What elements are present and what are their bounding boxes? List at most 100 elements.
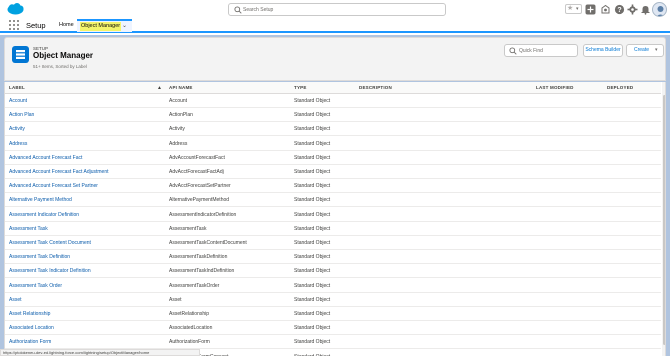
schema-builder-button[interactable]: Schema Builder <box>583 44 623 57</box>
column-header-last-modified[interactable]: LAST MODIFIED <box>536 85 574 90</box>
object-type: Standard Object <box>294 240 331 246</box>
object-label-link[interactable]: Account <box>9 98 27 104</box>
object-label-link[interactable]: Assessment Task Order <box>9 283 62 289</box>
object-type: Standard Object <box>294 98 331 104</box>
object-label-link[interactable]: Advanced Account Forecast Set Partner <box>9 183 98 189</box>
table-row: Activity Activity Standard Object <box>5 122 661 137</box>
table-header: LABEL ▲ API NAME TYPE DESCRIPTION LAST M… <box>5 82 661 94</box>
object-type: Standard Object <box>294 268 331 275</box>
notifications-bell-icon[interactable] <box>640 4 651 15</box>
table-row: Advanced Account Forecast Fact AdvAccount… <box>5 151 661 165</box>
object-label-link[interactable]: Advanced Account Forecast Fact Adjustmen… <box>9 169 109 175</box>
column-header-label[interactable]: LABEL <box>9 85 25 90</box>
object-label-link[interactable]: Action Plan <box>9 112 34 118</box>
svg-text:?: ? <box>617 7 621 14</box>
column-header-description[interactable]: DESCRIPTION <box>359 85 392 90</box>
context-bar: Setup Home Object Manager ⌄ <box>0 19 670 33</box>
app-name: Setup <box>26 21 46 30</box>
tab-object-manager[interactable]: Object Manager ⌄ <box>77 19 132 32</box>
status-bar-url: https://ptolokeneu-dev-ed.lightning.forc… <box>0 349 200 356</box>
table-row: Associated Location AssociatedLocation Sta… <box>5 321 661 336</box>
vertical-scrollbar[interactable] <box>662 82 665 356</box>
quick-find-input[interactable]: Quick Find <box>504 44 578 57</box>
column-header-api-name[interactable]: API NAME <box>169 85 193 90</box>
object-api-name: AuthorizationForm <box>169 339 210 346</box>
table-row: Alternative Payment Method AlternativePay… <box>5 193 661 208</box>
table-row: Asset Asset Standard Object <box>5 293 661 307</box>
table-row: Assessment Task Order AssessmentTaskOrder… <box>5 279 661 293</box>
object-api-name: Address <box>169 140 188 147</box>
object-api-name: AssessmentTaskContentDocument <box>169 240 247 246</box>
object-label-link[interactable]: Address <box>9 141 27 147</box>
object-api-name: Account <box>169 98 188 104</box>
object-type: Standard Object <box>294 211 331 218</box>
object-api-name: AssessmentTask <box>169 225 207 232</box>
add-icon[interactable] <box>585 4 596 15</box>
object-api-name: AssetRelationship <box>169 311 210 317</box>
global-header: Search Setup ★ ▾ ? <box>0 0 670 19</box>
table-row: Assessment Indicator Definition Assessmen… <box>5 208 661 222</box>
table-row: Assessment Task AssessmentTask Standard Ob… <box>5 222 661 236</box>
object-type: Standard Object <box>294 339 331 346</box>
table-row: Authorization Form AuthorizationForm Stand… <box>5 335 661 350</box>
object-api-name: AlternativePaymentMethod <box>169 197 230 204</box>
tab-object-manager-label: Object Manager <box>80 22 122 31</box>
object-label-link[interactable]: Advanced Account Forecast Fact <box>9 155 82 161</box>
sort-ascending-icon[interactable]: ▲ <box>157 85 162 91</box>
object-type: Standard Object <box>294 225 331 232</box>
column-header-type[interactable]: TYPE <box>294 85 307 90</box>
object-label-link[interactable]: Assessment Task <box>9 226 48 232</box>
object-label-link[interactable]: Assessment Indicator Definition <box>9 212 79 218</box>
object-label-link[interactable]: Assessment Task Definition <box>9 254 70 260</box>
help-icon[interactable]: ? <box>614 4 625 15</box>
object-type: Standard Object <box>294 282 331 289</box>
search-icon <box>234 6 242 14</box>
trailhead-icon[interactable] <box>600 4 611 15</box>
favorites-button[interactable]: ★ ▾ <box>565 4 582 14</box>
object-api-name: AssessmentTaskIndDefinition <box>169 268 235 275</box>
object-label-link[interactable]: Assessment Task Content Document <box>9 240 91 246</box>
object-label-link[interactable]: Activity <box>9 126 25 132</box>
object-manager-icon <box>12 46 29 63</box>
chevron-down-icon[interactable]: ⌄ <box>122 22 127 31</box>
object-label-link[interactable]: Alternative Payment Method <box>9 197 72 203</box>
create-button-label: Create <box>634 47 650 53</box>
object-label-link[interactable]: Asset Relationship <box>9 311 50 317</box>
scrollbar-thumb[interactable] <box>663 95 665 345</box>
create-button[interactable]: Create ▾ <box>626 44 664 57</box>
object-type: Standard Object <box>294 311 331 317</box>
table-row: Advanced Account Forecast Set Partner Adv… <box>5 179 661 194</box>
object-api-name: Asset <box>169 296 182 303</box>
quick-find-placeholder: Quick Find <box>519 48 543 54</box>
object-type: Standard Object <box>294 254 331 261</box>
page-title: Object Manager <box>33 51 94 60</box>
table-row: Assessment Task Indicator Definition Asse… <box>5 264 661 279</box>
table-row: Asset Relationship AssetRelationship Stand… <box>5 307 661 321</box>
object-type: Standard Object <box>294 296 331 303</box>
global-search-placeholder: Search Setup <box>243 7 274 13</box>
object-label-link[interactable]: Assessment Task Indicator Definition <box>9 268 91 274</box>
object-label-link[interactable]: Asset <box>9 297 22 303</box>
setup-gear-icon[interactable] <box>627 4 638 15</box>
object-type: Standard Object <box>294 183 331 190</box>
object-api-name: Activity <box>169 126 185 133</box>
object-label-link[interactable]: Associated Location <box>9 325 54 331</box>
object-type: Standard Object <box>294 126 331 133</box>
object-type: Standard Object <box>294 140 331 147</box>
tab-home[interactable]: Home <box>55 20 78 31</box>
object-type: Standard Object <box>294 154 331 161</box>
salesforce-cloud-logo[interactable] <box>7 3 24 15</box>
object-api-name: AdvAcctForecastSetPartner <box>169 183 231 190</box>
object-type: Standard Object <box>294 197 331 204</box>
column-header-deployed[interactable]: DEPLOYED <box>607 85 633 90</box>
chevron-down-icon: ▾ <box>576 6 579 12</box>
chevron-down-icon: ▾ <box>655 47 658 53</box>
favorites-star-icon: ★ <box>567 5 574 12</box>
object-label-link[interactable]: Authorization Form <box>9 339 51 345</box>
avatar[interactable] <box>652 2 667 17</box>
page-subtitle: 51+ Items, Sorted by Label <box>33 64 87 69</box>
global-search-input[interactable]: Search Setup <box>228 3 446 16</box>
app-launcher-icon[interactable] <box>9 20 19 30</box>
object-api-name: AssessmentTaskDefinition <box>169 254 228 261</box>
table-row: Advanced Account Forecast Fact Adjustmen… <box>5 165 661 179</box>
